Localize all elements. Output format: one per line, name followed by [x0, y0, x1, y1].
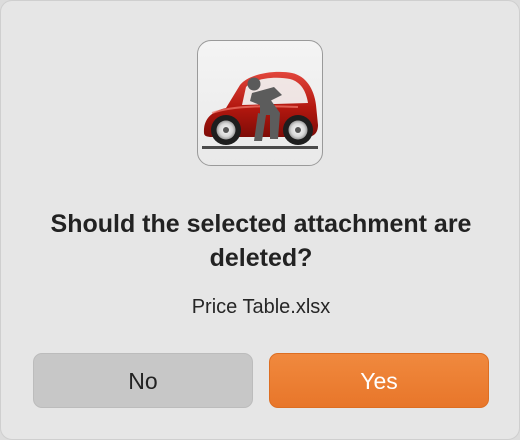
car-illustration [202, 71, 318, 149]
car-with-person-icon [197, 40, 323, 166]
yes-button[interactable]: Yes [269, 353, 489, 408]
dialog-title: Should the selected attachment are delet… [50, 210, 472, 272]
attachment-filename: Price Table.xlsx [191, 296, 331, 318]
no-button[interactable]: No [33, 353, 253, 408]
alert-dialog: Should the selected attachment are delet… [0, 0, 520, 440]
